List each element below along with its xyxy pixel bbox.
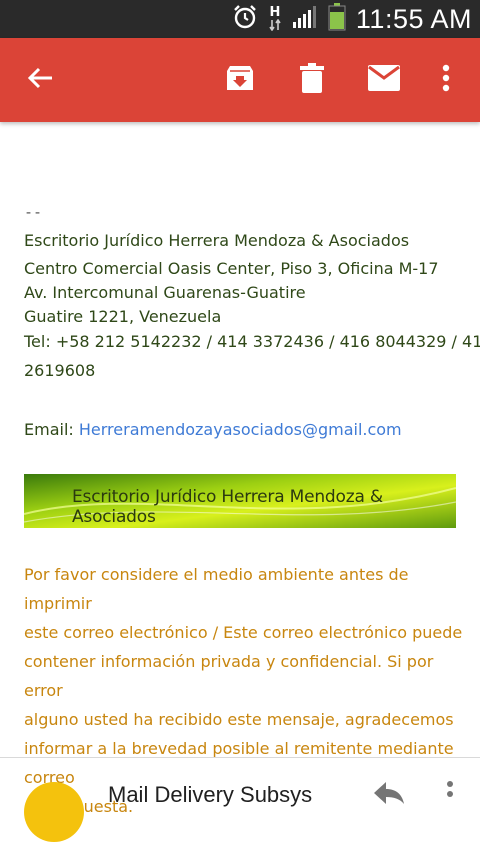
address-line-1: Centro Comercial Oasis Center, Piso 3, O… [24, 259, 439, 278]
status-bar: H 11:55 AM [0, 0, 480, 38]
disclaimer-line: alguno usted ha recibido este mensaje, a… [24, 710, 454, 729]
archive-icon [225, 63, 255, 97]
next-message-header[interactable]: Mail Delivery Subsys [0, 758, 480, 842]
action-toolbar [0, 38, 480, 122]
avatar [24, 782, 84, 842]
back-arrow-icon [26, 64, 54, 96]
reply-icon[interactable] [372, 780, 406, 808]
signature-banner: Escritorio Jurídico Herrera Mendoza & As… [24, 474, 456, 528]
email-link[interactable]: Herreramendozayasociados@gmail.com [79, 420, 402, 439]
company-name: Escritorio Jurídico Herrera Mendoza & As… [24, 231, 410, 250]
email-row: Email: Herreramendozayasociados@gmail.co… [24, 420, 402, 439]
phone-line-1: Tel: +58 212 5142232 / 414 3372436 / 416… [24, 332, 480, 351]
delete-button[interactable] [292, 60, 332, 100]
mark-unread-icon [368, 65, 400, 95]
data-transfer-icon: H [268, 5, 282, 31]
sender-name: Mail Delivery Subsys [108, 782, 313, 807]
alarm-icon [232, 4, 258, 34]
signal-icon [292, 5, 318, 33]
back-button[interactable] [20, 60, 60, 100]
email-label: Email: [24, 420, 79, 439]
more-vert-icon [442, 64, 450, 96]
address-line-3: Guatire 1221, Venezuela [24, 307, 222, 326]
disclaimer-line: este correo electrónico / Este correo el… [24, 623, 463, 642]
delete-icon [299, 63, 325, 97]
signature-separator: -- [24, 203, 43, 221]
more-options-button[interactable] [426, 60, 466, 100]
network-type-label: H [269, 5, 281, 20]
address-line-2: Av. Intercomunal Guarenas-Guatire [24, 283, 306, 302]
phone-line-2: 2619608 [24, 361, 96, 380]
more-vert-icon[interactable] [446, 780, 454, 804]
disclaimer-line: contener información privada y confidenc… [24, 652, 434, 700]
status-time: 11:55 AM [355, 3, 472, 34]
mark-unread-button[interactable] [364, 60, 404, 100]
disclaimer-line: Por favor considere el medio ambiente an… [24, 565, 409, 613]
battery-icon [328, 3, 346, 35]
archive-button[interactable] [220, 60, 260, 100]
banner-text: Escritorio Jurídico Herrera Mendoza & As… [72, 487, 383, 527]
